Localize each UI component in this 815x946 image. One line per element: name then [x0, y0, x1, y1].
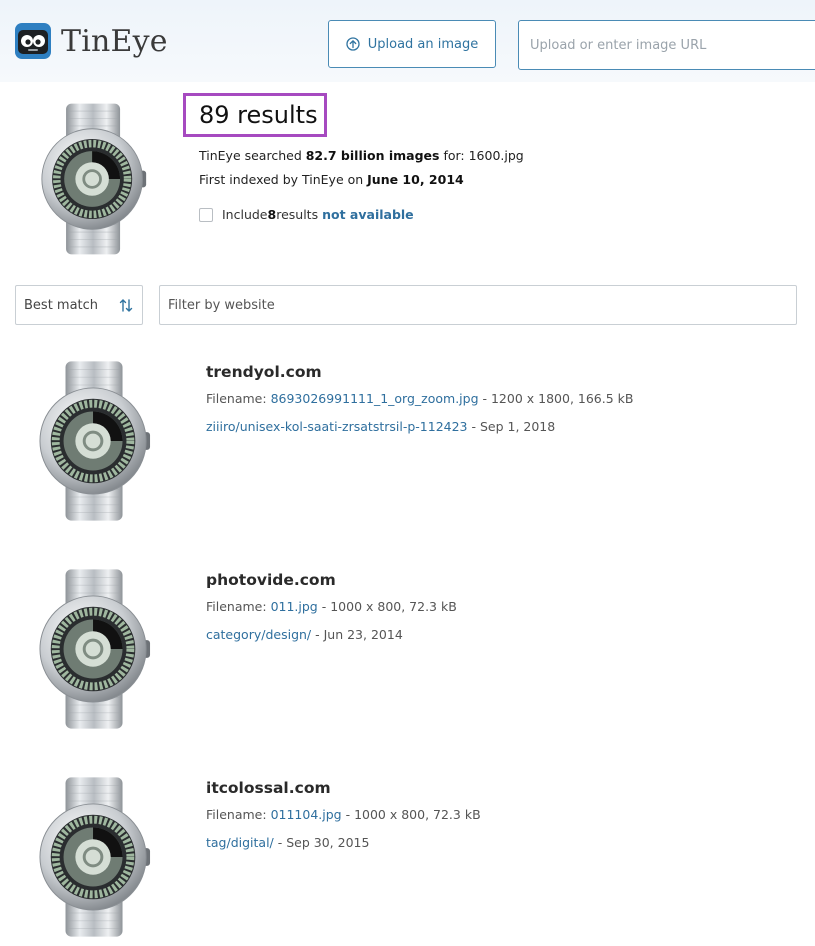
result-filename-link[interactable]: 011.jpg: [271, 599, 318, 614]
result-domain[interactable]: photovide.com: [206, 571, 336, 589]
result-page-line: ziiiro/unisex-kol-saati-zrsatstrsil-p-11…: [206, 419, 556, 434]
result-page-link[interactable]: category/design/: [206, 627, 311, 642]
result-filename-link[interactable]: 8693026991111_1_org_zoom.jpg: [271, 391, 479, 406]
result-filename-line: Filename: 011104.jpg - 1000 x 800, 72.3 …: [206, 807, 481, 822]
result-page-line: category/design/ - Jun 23, 2014: [206, 627, 403, 642]
result-filename-link[interactable]: 011104.jpg: [271, 807, 342, 822]
not-available-link[interactable]: not available: [322, 207, 414, 222]
include-checkbox[interactable]: [199, 207, 213, 222]
robot-logo-icon: [15, 23, 51, 59]
first-indexed: First indexed by TinEye on June 10, 2014: [199, 172, 464, 187]
result-domain[interactable]: itcolossal.com: [206, 779, 331, 797]
unavailable-count: 8: [267, 207, 277, 222]
result-page-link[interactable]: ziiiro/unisex-kol-saati-zrsatstrsil-p-11…: [206, 419, 468, 434]
results-count-highlight: 89 results: [183, 93, 327, 137]
upload-arrow-icon: [346, 37, 360, 51]
result-domain[interactable]: trendyol.com: [206, 363, 322, 381]
result-item: trendyol.com Filename: 8693026991111_1_o…: [0, 360, 815, 530]
result-filename-line: Filename: 8693026991111_1_org_zoom.jpg -…: [206, 391, 634, 406]
sort-value: Best match: [24, 297, 99, 313]
result-page-line: tag/digital/ - Sep 30, 2015: [206, 835, 370, 850]
result-item: itcolossal.com Filename: 011104.jpg - 10…: [0, 776, 815, 946]
tineye-logo[interactable]: TinEye: [14, 22, 168, 60]
result-thumbnail[interactable]: [38, 360, 152, 522]
top-header: TinEye Upload an image: [0, 0, 815, 82]
query-filename: 1600.jpg: [468, 148, 524, 163]
result-filename-line: Filename: 011.jpg - 1000 x 800, 72.3 kB: [206, 599, 457, 614]
sort-select[interactable]: Best match: [15, 285, 143, 325]
upload-button-label: Upload an image: [367, 36, 479, 52]
query-image-thumbnail[interactable]: [40, 98, 148, 260]
image-url-input[interactable]: [518, 20, 815, 70]
result-thumbnail[interactable]: [38, 568, 152, 730]
result-thumbnail[interactable]: [38, 776, 152, 938]
upload-image-button[interactable]: Upload an image: [328, 20, 496, 68]
logo-text: TinEye: [61, 23, 168, 59]
search-stats: TinEye searched 82.7 billion images for:…: [199, 148, 524, 163]
images-searched-count: 82.7 billion images: [305, 148, 440, 163]
first-indexed-date: June 10, 2014: [367, 172, 464, 187]
filter-by-website-input[interactable]: [159, 285, 797, 325]
result-page-link[interactable]: tag/digital/: [206, 835, 274, 850]
results-count: 89 results: [199, 101, 318, 129]
include-unavailable-toggle[interactable]: Include 8 results not available: [199, 207, 414, 222]
result-item: photovide.com Filename: 011.jpg - 1000 x…: [0, 568, 815, 738]
sort-arrows-icon: [119, 299, 133, 312]
